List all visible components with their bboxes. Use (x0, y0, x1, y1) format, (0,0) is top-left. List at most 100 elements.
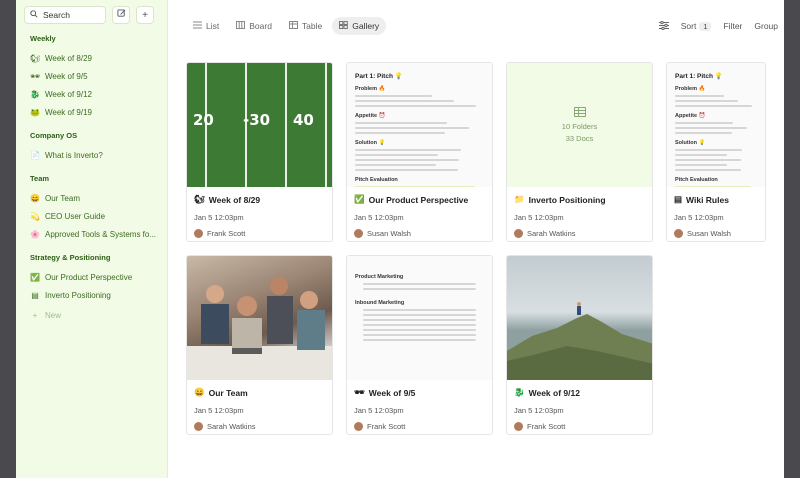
card-author: Sarah Watkins (194, 422, 256, 431)
page-emoji-icon: ✅ (30, 272, 40, 282)
page-emoji-icon: 🕶 (30, 71, 41, 81)
sidebar-section-title: Strategy & Positioning (30, 253, 111, 262)
card-author: Sarah Watkins (514, 229, 576, 238)
card-emoji-icon: 🐿 (194, 194, 205, 204)
bottom-margin (0, 478, 800, 500)
page-emoji-icon: 🐸 (30, 107, 40, 117)
gallery-card[interactable]: 🐉 Week of 9/12 Jan 5 12:03pm Frank Scott (506, 255, 653, 435)
settings-sliders-icon[interactable] (658, 20, 669, 32)
sidebar-item[interactable]: 📄 What is Inverto? (24, 146, 159, 164)
card-date: Jan 5 12:03pm (674, 213, 724, 222)
doc-preview-line (675, 149, 743, 151)
doc-preview-title: Part 1: Pitch 💡 (675, 73, 723, 80)
card-title-text: Week of 8/29 (208, 194, 261, 205)
sidebar-item-label: What is Inverto? (45, 150, 103, 160)
doc-preview-line (355, 100, 455, 102)
card-title-text: Week of 9/5 (368, 387, 416, 398)
gallery-card[interactable]: 😄 Our Team Jan 5 12:03pm Sarah Watkins (186, 255, 333, 435)
sidebar-item[interactable]: 😄 Our Team (24, 189, 159, 207)
filter-button[interactable]: Filter (723, 21, 742, 31)
card-title[interactable]: 😄 Our Team (194, 387, 248, 398)
author-name: Susan Walsh (687, 229, 731, 238)
card-date: Jan 5 12:03pm (194, 213, 244, 222)
doc-preview-line (675, 105, 753, 107)
doc-preview-heading: Pitch Evaluation (355, 177, 398, 183)
doc-preview-heading: Appetite ⏰ (355, 113, 386, 119)
card-emoji-icon: ✅ (354, 194, 365, 204)
card-emoji-icon: 🐉 (514, 387, 525, 397)
search-input[interactable]: Search (24, 6, 106, 24)
tab-list[interactable]: List (186, 17, 226, 35)
card-title-text: Wiki Rules (686, 194, 729, 205)
sidebar-item[interactable]: 🐉 Week of 9/12 (24, 85, 159, 103)
edit-icon (116, 9, 126, 21)
group-button[interactable]: Group (754, 21, 778, 31)
doc-preview-line (675, 122, 734, 124)
gallery-card[interactable]: 20 -30 40 🐿 Week of 8/29 Jan 5 12:03pm Frank S… (186, 62, 333, 242)
page-emoji-icon: 📄 (30, 150, 40, 160)
gallery-card[interactable]: Part 1: Pitch 💡 Problem 🔥 Appetite ⏰ Soluti… (666, 62, 766, 242)
sidebar-item[interactable]: 🐸 Week of 9/19 (24, 103, 159, 121)
card-author: Frank Scott (354, 422, 405, 431)
add-button[interactable]: + (136, 6, 154, 24)
card-title[interactable]: 🕶 Week of 9/5 (354, 387, 415, 398)
author-name: Sarah Watkins (527, 229, 576, 238)
author-name: Frank Scott (367, 422, 406, 431)
doc-preview-heading: Solution 💡 (675, 140, 706, 146)
sidebar-item[interactable]: 🌸 Approved Tools & Systems fo... (24, 225, 159, 243)
tab-board[interactable]: Board (229, 17, 279, 35)
card-title[interactable]: 📁 Inverto Positioning (514, 194, 606, 205)
avatar (194, 422, 203, 431)
sidebar-section-title: Team (30, 174, 50, 183)
sidebar-item[interactable]: ✅ Our Product Perspective (24, 268, 159, 286)
sidebar-item-label: Inverto Positioning (45, 290, 111, 300)
doc-preview-line (355, 122, 447, 124)
author-name: Sarah Watkins (207, 422, 256, 431)
card-title[interactable]: 🐉 Week of 9/12 (514, 387, 580, 398)
doc-preview-heading: Appetite ⏰ (675, 113, 706, 119)
new-item-button[interactable]: + New (24, 306, 159, 324)
sort-count-badge: 1 (699, 22, 712, 31)
tab-table[interactable]: Table (282, 17, 329, 35)
tab-gallery[interactable]: Gallery (332, 17, 387, 35)
doc-preview-line (355, 149, 461, 151)
sidebar-top: Search + (24, 6, 159, 24)
gallery-card[interactable]: Part 1: Pitch 💡 Problem 🔥 Appetite ⏰ Soluti… (346, 62, 493, 242)
avatar (514, 422, 523, 431)
doc-preview-line (675, 154, 728, 156)
card-title[interactable]: ▤ Wiki Rules (674, 194, 729, 205)
new-page-button[interactable] (112, 6, 130, 24)
plus-icon: + (32, 310, 38, 320)
card-author: Susan Walsh (354, 229, 411, 238)
table-preview-row (362, 339, 477, 341)
table-preview-row (362, 309, 477, 311)
doc-preview-title: Part 1: Pitch 💡 (355, 73, 403, 80)
card-title-text: Inverto Positioning (528, 194, 606, 205)
table-preview-row (362, 334, 477, 336)
doc-preview-line (675, 164, 727, 166)
sort-button[interactable]: Sort 1 (681, 21, 712, 31)
yard-line (285, 63, 287, 187)
sidebar-item[interactable]: ▤ Inverto Positioning (24, 286, 159, 304)
folder-count: 10 Folders (561, 122, 598, 131)
card-date: Jan 5 12:03pm (514, 213, 564, 222)
sidebar-item[interactable]: 🕶 Week of 9/5 (24, 67, 159, 85)
sidebar-item[interactable]: 🐿 Week of 8/29 (24, 49, 159, 67)
card-title-text: Our Team (208, 387, 248, 398)
card-title[interactable]: ✅ Our Product Perspective (354, 194, 468, 205)
page-emoji-icon: 💫 (30, 211, 40, 221)
yard-line (325, 63, 327, 187)
sidebar-sections: Weekly 🐿 Week of 8/29 🕶 Week of 9/5 🐉 Week of … (24, 34, 159, 304)
table-icon (288, 21, 298, 31)
sidebar-item[interactable]: 💫 CEO User Guide (24, 207, 159, 225)
doc-preview-line (675, 169, 741, 171)
board-icon (236, 21, 246, 31)
doc-preview-line (675, 186, 752, 187)
gallery-card[interactable]: 10 Folders 33 Docs 📁 Inverto Positioning Jan… (506, 62, 653, 242)
avatar (514, 229, 523, 238)
gallery-card[interactable]: Product Marketing Inbound Marketing 🕶 Week … (346, 255, 493, 435)
doc-preview-line (355, 164, 437, 166)
yard-number: 20 (193, 111, 214, 129)
doc-preview-heading: Problem 🔥 (675, 86, 706, 92)
card-title[interactable]: 🐿 Week of 8/29 (194, 194, 260, 205)
